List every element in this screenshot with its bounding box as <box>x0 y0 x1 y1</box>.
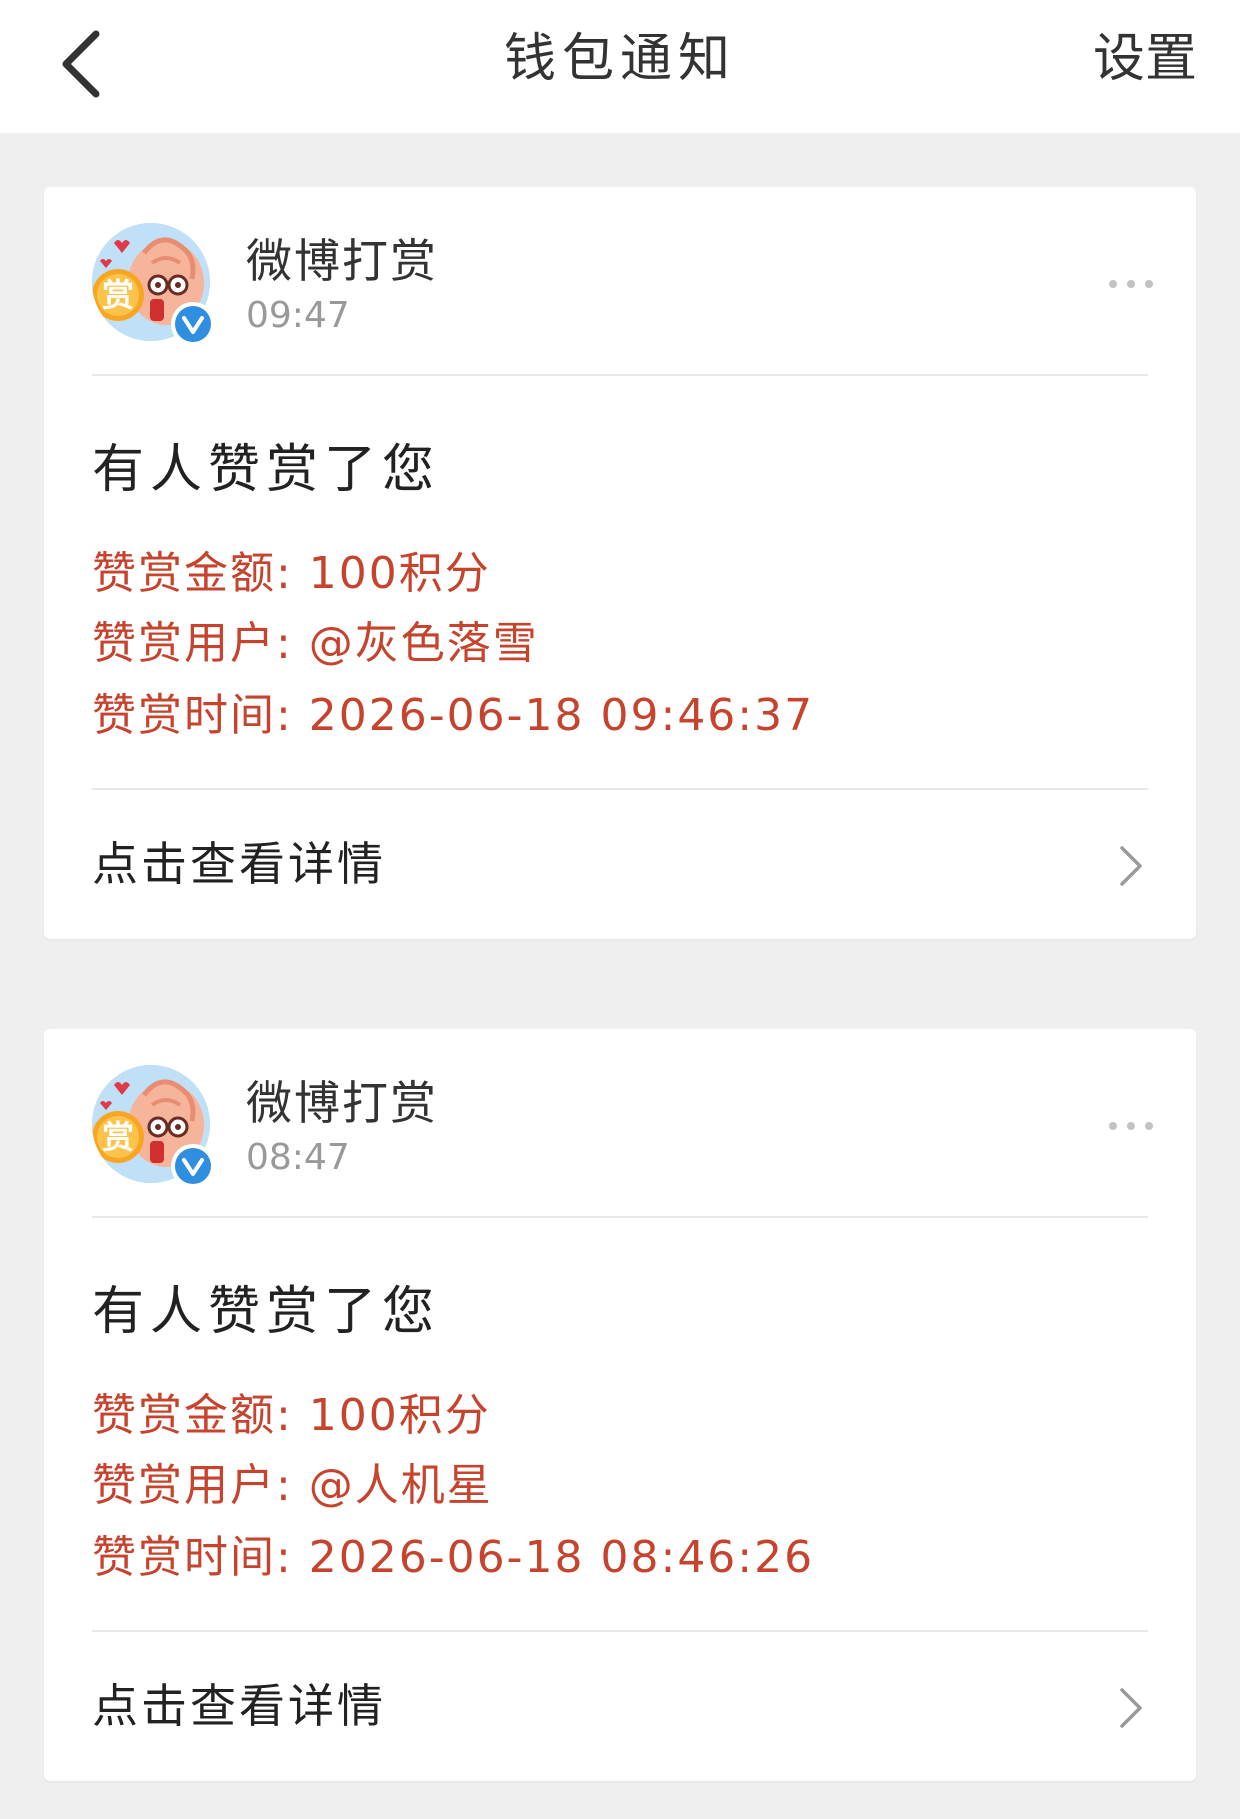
top-bar: 钱包通知 设置 <box>0 0 1240 133</box>
notification-title: 有人赞赏了您 <box>92 440 441 500</box>
view-details-label: 点击查看详情 <box>92 1679 386 1733</box>
chevron-right-icon <box>1120 846 1142 886</box>
notification-time: 09:47 <box>246 295 350 336</box>
avatar[interactable]: 赏 <box>92 223 216 347</box>
page-title: 钱包通知 <box>503 29 736 89</box>
reward-amount: 赞赏金额: 100积分 <box>92 548 491 599</box>
avatar-badge-text: 赏 <box>101 1118 134 1156</box>
sender-name: 微博打赏 <box>246 234 438 288</box>
reward-user: 赞赏用户: @人机星 <box>92 1460 493 1511</box>
avatar-badge-text: 赏 <box>101 276 134 314</box>
notification-title: 有人赞赏了您 <box>92 1282 441 1342</box>
view-details-row[interactable]: 点击查看详情 <box>44 1632 1196 1781</box>
verified-badge-icon <box>171 1144 215 1188</box>
notification-card: 赏 微博打赏 08:47 有人赞赏了您 赞赏金额: 100积分 赞赏用户: @人… <box>44 1029 1196 1781</box>
more-options-icon[interactable] <box>1106 1111 1156 1141</box>
view-details-label: 点击查看详情 <box>92 837 386 891</box>
divider <box>92 1216 1148 1218</box>
view-details-row[interactable]: 点击查看详情 <box>44 790 1196 939</box>
more-options-icon[interactable] <box>1106 269 1156 299</box>
divider <box>92 374 1148 376</box>
reward-user: 赞赏用户: @灰色落雪 <box>92 618 539 669</box>
reward-time: 赞赏时间: 2026-06-18 08:46:26 <box>92 1532 815 1583</box>
notification-time: 08:47 <box>246 1137 350 1178</box>
chevron-right-icon <box>1120 1688 1142 1728</box>
notification-card: 赏 微博打赏 09:47 有人赞赏了您 赞赏金额: 100积分 赞赏用户: @灰… <box>44 187 1196 939</box>
settings-button[interactable]: 设置 <box>1093 0 1197 118</box>
avatar[interactable]: 赏 <box>92 1065 216 1189</box>
sender-name: 微博打赏 <box>246 1076 438 1130</box>
verified-badge-icon <box>171 302 215 346</box>
reward-time: 赞赏时间: 2026-06-18 09:46:37 <box>92 690 815 741</box>
reward-amount: 赞赏金额: 100积分 <box>92 1390 491 1441</box>
